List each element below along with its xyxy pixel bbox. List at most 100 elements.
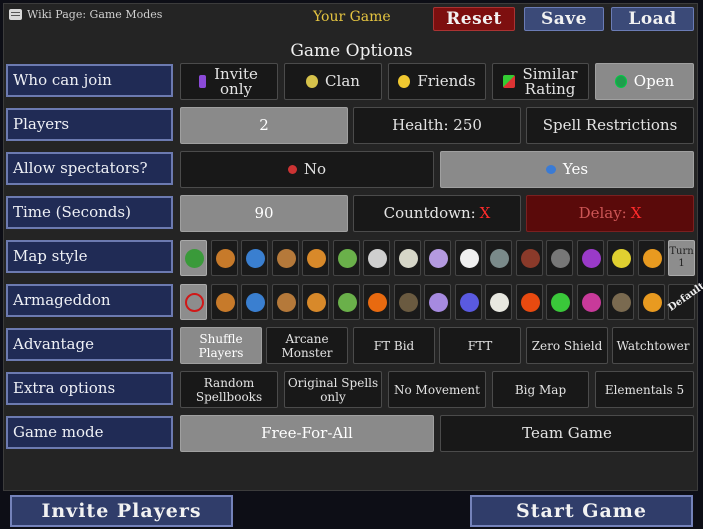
join-clan-button[interactable]: Clan — [284, 63, 382, 100]
tile-vines[interactable] — [546, 284, 573, 320]
bubbles-icon — [429, 293, 448, 312]
tile-anchor[interactable] — [485, 240, 512, 276]
join-friends-button[interactable]: Friends — [388, 63, 486, 100]
default-tile[interactable]: Default — [666, 281, 703, 320]
invite-players-button[interactable]: Invite Players — [10, 495, 233, 527]
tile-gear[interactable] — [546, 240, 573, 276]
tile-tree[interactable] — [180, 240, 207, 276]
vines-icon — [551, 293, 570, 312]
tile-demon[interactable] — [576, 284, 604, 320]
load-button[interactable]: Load — [611, 7, 694, 31]
tile-bananas[interactable] — [607, 240, 634, 276]
extra-no-movement[interactable]: No Movement — [388, 371, 486, 408]
tile-swirl[interactable] — [332, 284, 360, 320]
advantage-ft-bid[interactable]: FT Bid — [353, 327, 435, 364]
tile-portal[interactable] — [576, 240, 604, 276]
gear-icon — [551, 249, 570, 268]
countdown-label: Countdown: — [383, 204, 476, 222]
save-button[interactable]: Save — [524, 7, 604, 31]
spell-restrictions-button[interactable]: Spell Restrictions — [526, 107, 694, 144]
smiley-icon — [398, 75, 411, 88]
open-icon — [614, 75, 627, 88]
tile-lava[interactable] — [363, 284, 390, 320]
join-option-label: Clan — [325, 72, 360, 90]
tile-cubes[interactable] — [454, 284, 482, 320]
join-option-label: Open — [633, 72, 675, 90]
tile-bubbles[interactable] — [424, 284, 451, 320]
rock-icon — [398, 293, 418, 312]
cycle-icon — [642, 293, 662, 312]
tile-flame-figure[interactable] — [302, 284, 329, 320]
tile-cycle[interactable] — [637, 284, 665, 320]
cubes-icon — [459, 293, 479, 312]
time-seconds-value[interactable]: 90 — [180, 195, 348, 232]
turn-label: Turn 1 — [669, 246, 694, 269]
page-title: Game Options — [290, 41, 413, 61]
mode-team-game[interactable]: Team Game — [440, 415, 694, 452]
tile-cloud[interactable] — [454, 240, 482, 276]
tile-none[interactable] — [180, 284, 207, 320]
wiki-link[interactable]: Wiki Page: Game Modes — [9, 8, 162, 21]
eye-icon — [545, 165, 556, 174]
reset-button[interactable]: Reset — [433, 7, 515, 31]
advantage-arcane-monster[interactable]: Arcane Monster — [266, 327, 348, 364]
crystal-cluster-icon — [276, 293, 296, 312]
tile-boulders[interactable] — [485, 284, 512, 320]
advantage-watchtower[interactable]: Watchtower — [612, 327, 694, 364]
tile-figure[interactable] — [210, 240, 238, 276]
document-icon — [9, 9, 22, 20]
extra-random-spellbooks[interactable]: Random Spellbooks — [180, 371, 278, 408]
delay-label: Delay: — [578, 204, 627, 222]
join-invite-only-button[interactable]: Invite only — [180, 63, 278, 100]
players-count[interactable]: 2 — [180, 107, 348, 144]
none-icon — [185, 293, 204, 312]
tile-cycle[interactable] — [637, 240, 665, 276]
tile-orb[interactable] — [241, 240, 268, 276]
tile-gem-pair[interactable] — [424, 240, 451, 276]
extra-big-map[interactable]: Big Map — [492, 371, 589, 408]
delay-button[interactable]: Delay: X — [526, 195, 694, 232]
countdown-button[interactable]: Countdown: X — [353, 195, 521, 232]
tile-orb[interactable] — [241, 284, 268, 320]
start-game-button[interactable]: Start Game — [470, 495, 693, 527]
your-game-label: Your Game — [313, 9, 391, 25]
tile-swirl[interactable] — [332, 240, 360, 276]
bat-icon — [612, 293, 631, 312]
spectators-yes-label: Yes — [562, 160, 589, 178]
clan-icon — [306, 75, 319, 88]
join-option-label: Similar Rating — [522, 64, 578, 98]
turn-tile[interactable]: Turn 1 — [668, 240, 695, 276]
tile-tower[interactable] — [515, 240, 543, 276]
mode-free-for-all[interactable]: Free-For-All — [180, 415, 434, 452]
tile-crystal-cluster[interactable] — [271, 240, 299, 276]
join-open-button[interactable]: Open — [595, 63, 694, 100]
extra-original-spells[interactable]: Original Spells only — [284, 371, 382, 408]
spectators-no-button[interactable]: No — [180, 151, 434, 188]
tile-bat[interactable] — [607, 284, 634, 320]
advantage-shuffle-players[interactable]: Shuffle Players — [180, 327, 262, 364]
tile-rock[interactable] — [393, 284, 421, 320]
invite-icon — [199, 75, 206, 88]
tile-flame-figure[interactable] — [302, 240, 329, 276]
tile-figure[interactable] — [210, 284, 238, 320]
tile-fire-spray[interactable] — [515, 284, 543, 320]
flame-figure-icon — [307, 293, 326, 312]
wiki-link-label: Wiki Page: Game Modes — [27, 8, 163, 21]
health-button[interactable]: Health: 250 — [353, 107, 521, 144]
tree-icon — [185, 249, 204, 268]
players-label: Players — [6, 108, 173, 141]
advantage-ftt[interactable]: FTT — [439, 327, 521, 364]
tile-shell[interactable] — [393, 240, 421, 276]
armageddon-label: Armageddon — [6, 284, 173, 317]
tile-crystal-cluster[interactable] — [271, 284, 299, 320]
extra-elementals[interactable]: Elementals 5 — [595, 371, 694, 408]
advantage-zero-shield[interactable]: Zero Shield — [526, 327, 608, 364]
join-similar-rating-button[interactable]: Similar Rating — [492, 63, 589, 100]
cloud-icon — [459, 249, 479, 268]
tile-castle[interactable] — [363, 240, 390, 276]
join-option-label: Friends — [417, 72, 476, 90]
boulders-icon — [490, 293, 509, 312]
spectators-yes-button[interactable]: Yes — [440, 151, 694, 188]
join-option-label: Invite only — [214, 64, 258, 98]
arcane-label: Arcane Monster — [281, 331, 333, 360]
